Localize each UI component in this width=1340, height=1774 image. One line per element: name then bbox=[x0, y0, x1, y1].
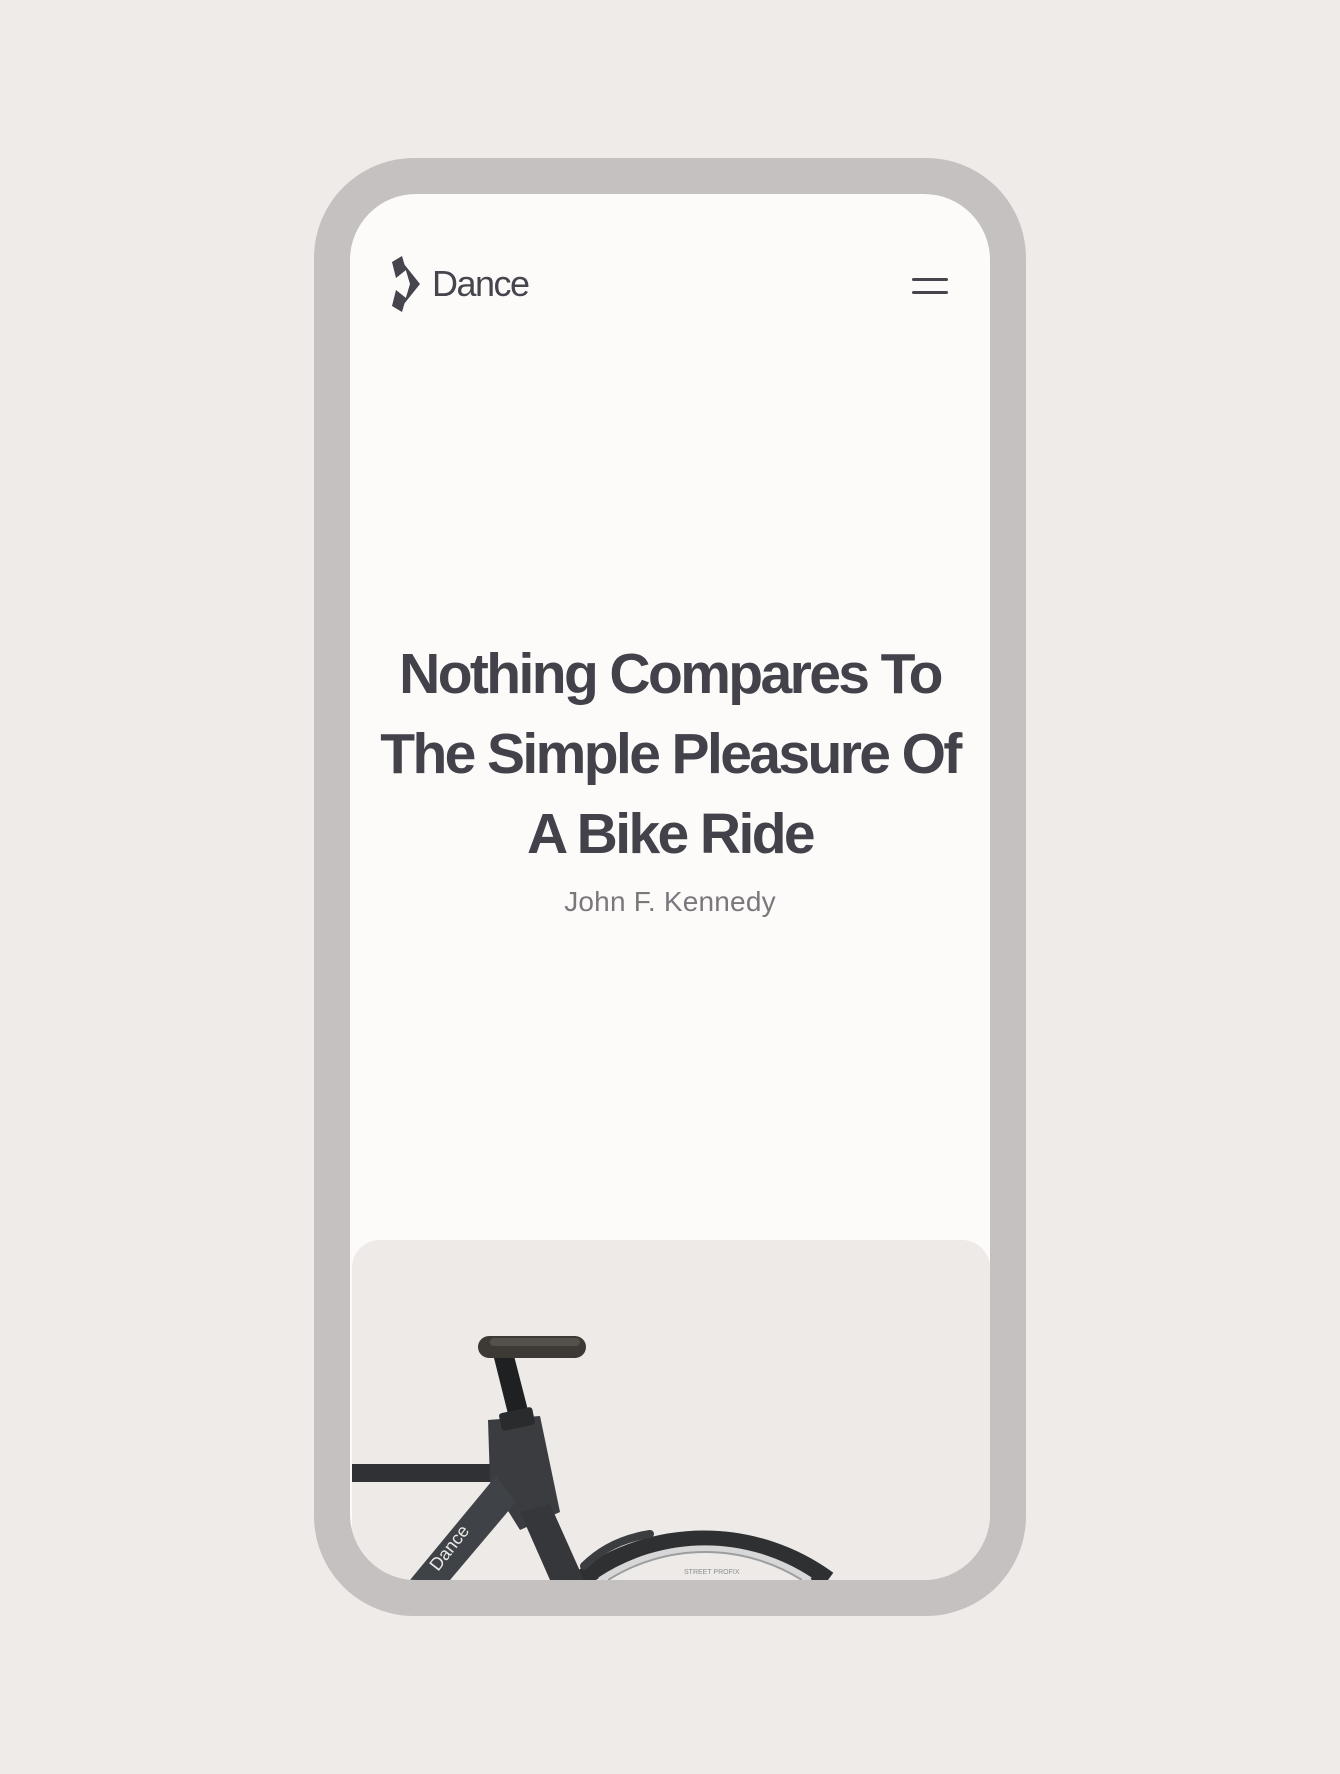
tire-label: STREET PROFIX bbox=[684, 1569, 740, 1576]
hamburger-menu-icon[interactable] bbox=[910, 270, 950, 298]
menu-bar-bottom bbox=[912, 291, 948, 294]
bike-panel: Dance STREET PROFIX bbox=[352, 1240, 990, 1580]
top-navbar: Dance bbox=[390, 256, 950, 312]
hero-quote: Nothing Compares To The Simple Pleasure … bbox=[380, 642, 962, 866]
dance-logo-icon bbox=[392, 256, 420, 312]
hero-section: Nothing Compares To The Simple Pleasure … bbox=[350, 634, 990, 918]
menu-bar-top bbox=[912, 278, 948, 281]
quote-author: John F. Kennedy bbox=[564, 886, 776, 917]
page-background: Dance Nothing Compares To The Simple Ple… bbox=[0, 0, 1340, 1774]
bike-frame-image: Dance STREET PROFIX bbox=[352, 1336, 834, 1580]
brand-logo[interactable]: Dance bbox=[390, 256, 530, 312]
phone-screen: Dance Nothing Compares To The Simple Ple… bbox=[350, 194, 990, 1580]
brand-name: Dance bbox=[432, 263, 530, 304]
